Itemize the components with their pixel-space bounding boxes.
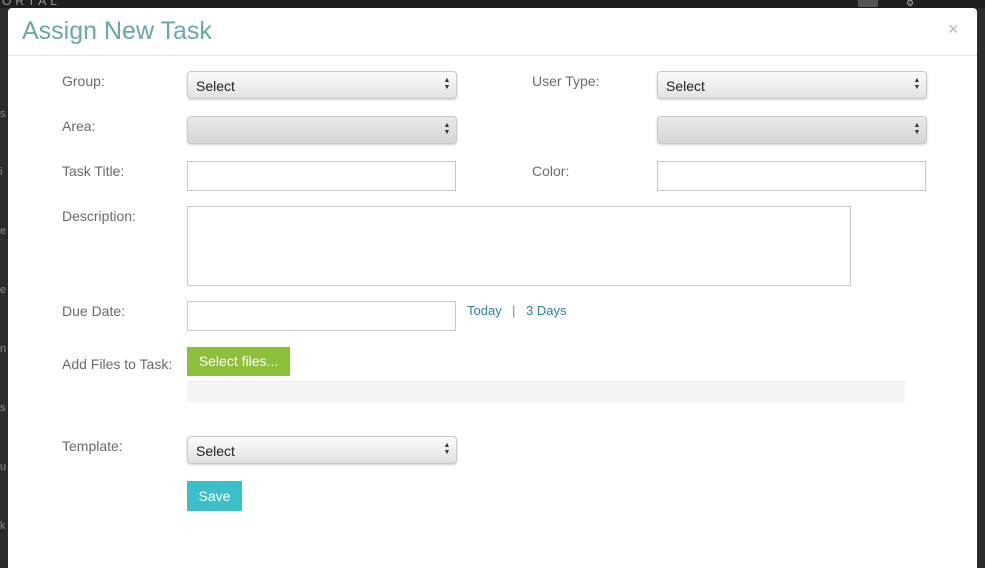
three-days-link[interactable]: 3 Days [526,303,566,318]
sidebar-item[interactable]: e [0,225,8,237]
assign-task-modal: Assign New Task × Group: Select ▲ ▼ User … [8,8,977,568]
color-label: Color: [532,163,570,179]
task-title-label: Task Title: [62,163,125,179]
select-files-button[interactable]: Select files... [187,347,290,376]
description-textarea[interactable] [187,206,851,286]
template-label: Template: [62,438,123,454]
app-brand: ORTAL [2,0,61,8]
select-arrows-icon: ▲ ▼ [443,442,451,456]
link-separator: | [512,303,516,318]
close-icon[interactable]: × [948,20,959,38]
file-upload-list [187,381,905,402]
select-arrows-icon: ▲ ▼ [913,77,921,91]
modal-header: Assign New Task × [8,8,977,56]
template-select-value: Select [196,443,235,459]
area-select[interactable]: ▲ ▼ [187,116,457,144]
template-select[interactable]: Select ▲ ▼ [187,436,457,464]
task-title-input[interactable] [187,161,456,191]
sidebar-item[interactable]: n [0,343,8,355]
app-sidebar: s i e e n s u k [0,8,8,559]
user-type-select-value: Select [666,78,705,94]
user-type-select[interactable]: Select ▲ ▼ [657,71,927,99]
group-label: Group: [62,73,105,89]
due-date-label: Due Date: [62,303,126,319]
user-type-label: User Type: [532,73,600,89]
group-select-value: Select [196,78,235,94]
group-select[interactable]: Select ▲ ▼ [187,71,457,99]
save-button[interactable]: Save [187,481,242,511]
app-topbar: ORTAL ⚙ [0,0,985,8]
sidebar-item[interactable]: k [0,520,8,532]
topbar-button[interactable] [858,0,878,7]
sidebar-item[interactable]: s [0,402,8,414]
area-secondary-select[interactable]: ▲ ▼ [657,116,927,144]
app-right-edge [977,8,985,559]
select-arrows-icon: ▲ ▼ [913,122,921,136]
select-arrows-icon: ▲ ▼ [443,122,451,136]
sidebar-item[interactable]: i [0,166,8,178]
due-date-input[interactable] [187,301,456,331]
add-files-label: Add Files to Task: [62,356,173,372]
today-link[interactable]: Today [467,303,502,318]
description-label: Description: [62,208,136,224]
select-arrows-icon: ▲ ▼ [443,77,451,91]
sidebar-item[interactable]: s [0,108,8,120]
modal-title: Assign New Task [22,17,212,45]
color-input[interactable] [657,161,926,191]
sidebar-item[interactable]: e [0,284,8,296]
area-label: Area: [62,118,96,134]
sidebar-item[interactable]: u [0,461,8,473]
